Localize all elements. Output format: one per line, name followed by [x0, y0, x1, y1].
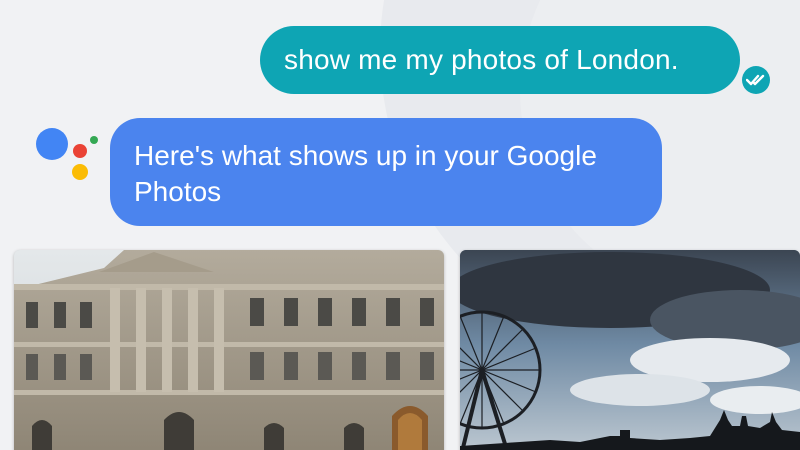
double-check-icon	[742, 66, 770, 94]
logo-dot-yellow	[72, 164, 88, 180]
logo-dot-green	[90, 136, 98, 144]
user-message-text: show me my photos of London.	[284, 44, 679, 75]
assistant-message-text: Here's what shows up in your Google Phot…	[134, 140, 597, 207]
buckingham-palace-photo[interactable]	[14, 250, 444, 450]
assistant-chat-screen: show me my photos of London. Here's what…	[0, 0, 800, 450]
assistant-message-bubble: Here's what shows up in your Google Phot…	[110, 118, 662, 226]
google-assistant-logo-icon	[36, 124, 100, 188]
logo-dot-red	[73, 144, 87, 158]
london-eye-photo[interactable]	[460, 250, 800, 450]
user-message-bubble: show me my photos of London.	[260, 26, 740, 94]
logo-dot-blue	[36, 128, 68, 160]
